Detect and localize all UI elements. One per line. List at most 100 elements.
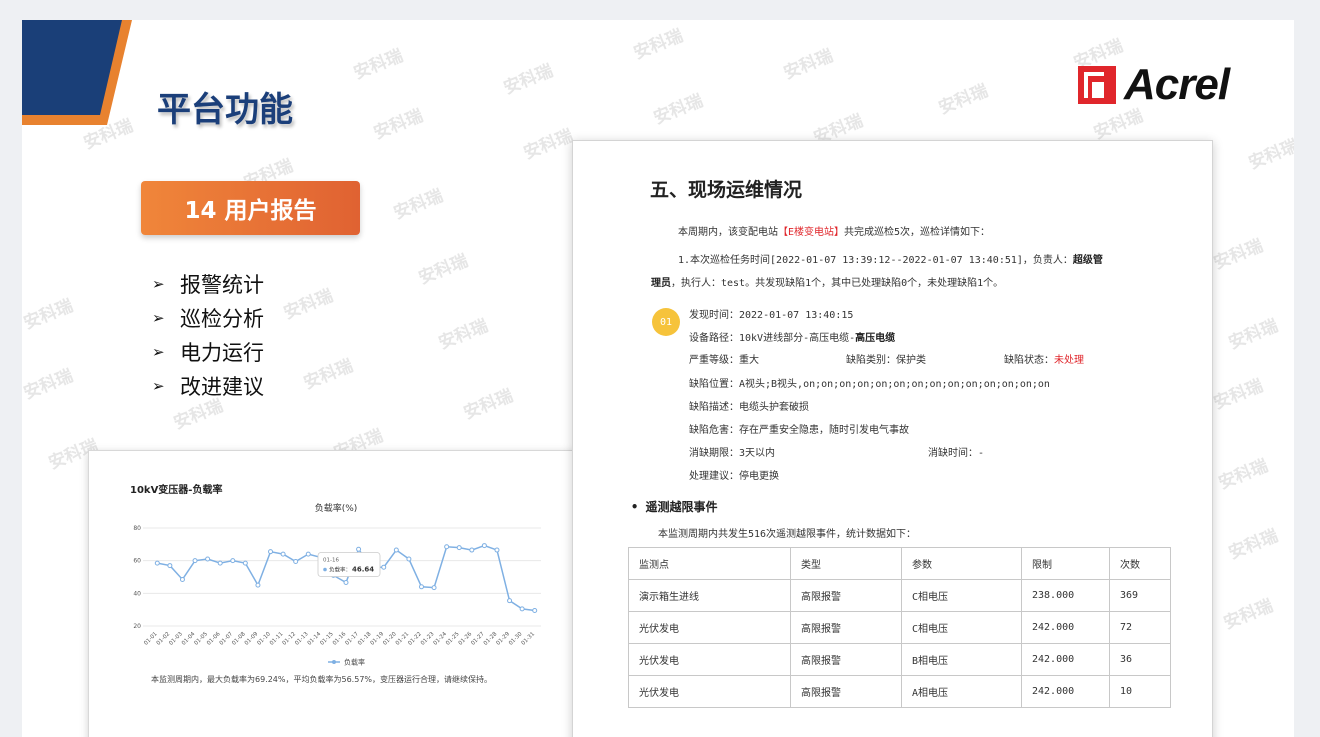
table-cell: A相电压 xyxy=(901,675,1022,708)
task-line-1-text: 1.本次巡检任务时间[2022-01-07 13:39:12--2022-01-… xyxy=(678,255,1073,266)
data-point xyxy=(343,579,349,585)
report-heading: 五、现场运维情况 xyxy=(650,179,803,201)
acrel-logo-icon xyxy=(1078,66,1116,104)
table-row: 光伏发电 高限报警 C相电压 242.000 72 xyxy=(628,611,1171,644)
table-cell: 高限报警 xyxy=(790,579,902,612)
intro-post: 共完成巡检5次，巡检详情如下： xyxy=(844,227,991,238)
watermark: 安科瑞 xyxy=(1221,595,1276,634)
data-point xyxy=(305,551,311,557)
responsible-part1: 超级管 xyxy=(1072,255,1103,266)
intro-pre: 本周期内，该变配电站 xyxy=(678,227,778,238)
watermark: 安科瑞 xyxy=(22,295,76,334)
tooltip-value: 46.64 xyxy=(352,565,374,573)
table-cell: 36 xyxy=(1109,643,1171,676)
data-point xyxy=(481,543,487,549)
x-tick-label: 01-31 xyxy=(521,631,537,647)
y-tick-label: 60 xyxy=(133,558,141,565)
feature-item: ➢ 电力运行 xyxy=(152,335,264,369)
tooltip-label: 负载率： xyxy=(329,565,351,573)
arrow-bullet-icon: ➢ xyxy=(152,343,165,361)
data-point xyxy=(418,584,424,590)
arrow-bullet-icon: ➢ xyxy=(152,309,165,327)
watermark: 安科瑞 xyxy=(1226,525,1281,564)
acrel-logo: Acrel xyxy=(1078,60,1230,110)
watermark: 安科瑞 xyxy=(391,185,446,224)
watermark: 安科瑞 xyxy=(301,355,356,394)
report-document: 五、现场运维情况 本周期内，该变配电站【E楼变电站】共完成巡检5次，巡检详情如下… xyxy=(572,140,1213,737)
watermark: 安科瑞 xyxy=(371,105,426,144)
chart-card-title: 10kV变压器-负载率 xyxy=(130,485,223,496)
feature-item: ➢ 巡检分析 xyxy=(152,301,264,335)
data-point xyxy=(255,582,261,588)
data-point xyxy=(444,544,450,550)
task-line-2: 理员，执行人：test。共发现缺陷1个，其中已处理缺陷0个，未处理缺陷1个。 xyxy=(651,274,1003,289)
table-cell: C相电压 xyxy=(901,579,1022,612)
data-point xyxy=(406,556,412,562)
data-point xyxy=(242,560,248,566)
watermark: 安科瑞 xyxy=(1216,455,1271,494)
watermark: 安科瑞 xyxy=(1211,375,1266,414)
defect-number-badge: 01 xyxy=(652,308,680,336)
watermark: 安科瑞 xyxy=(281,285,336,324)
acrel-logo-text: Acrel xyxy=(1124,60,1230,109)
table-cell: C相电压 xyxy=(901,611,1022,644)
table-row: 光伏发电 高限报警 A相电压 242.000 10 xyxy=(628,675,1171,708)
data-point xyxy=(179,576,185,582)
data-point xyxy=(393,547,399,553)
table-cell: 高限报警 xyxy=(790,611,902,644)
table-cell: B相电压 xyxy=(901,643,1022,676)
feature-item: ➢ 报警统计 xyxy=(152,267,264,301)
table-cell: 光伏发电 xyxy=(628,611,791,644)
defect-path-bold: 高压电缆 xyxy=(855,333,896,344)
feature-list: ➢ 报警统计 ➢ 巡检分析 ➢ 电力运行 ➢ 改进建议 xyxy=(152,267,264,403)
data-point xyxy=(192,558,198,564)
defect-hazard: 缺陷危害：存在严重安全隐患，随时引发电气事故 xyxy=(689,425,909,436)
watermark: 安科瑞 xyxy=(1246,135,1294,174)
feature-label: 巡检分析 xyxy=(180,307,264,331)
report-intro: 本周期内，该变配电站【E楼变电站】共完成巡检5次，巡检详情如下： xyxy=(678,223,990,238)
defect-category: 缺陷类别：保护类 xyxy=(846,355,926,366)
y-tick-label: 20 xyxy=(133,623,141,630)
watermark: 安科瑞 xyxy=(1211,235,1266,274)
table-cell: 10 xyxy=(1109,675,1171,708)
watermark: 安科瑞 xyxy=(501,60,556,99)
watermark: 安科瑞 xyxy=(416,250,471,289)
data-point xyxy=(381,564,387,570)
watermark: 安科瑞 xyxy=(936,80,991,119)
table-cell: 369 xyxy=(1109,579,1171,612)
arrow-bullet-icon: ➢ xyxy=(152,275,165,293)
y-tick-label: 40 xyxy=(133,590,141,597)
watermark: 安科瑞 xyxy=(631,25,686,64)
table-header-cell: 限制 xyxy=(1021,547,1110,580)
table-cell: 光伏发电 xyxy=(628,643,791,676)
table-cell: 242.000 xyxy=(1021,611,1110,644)
data-point xyxy=(230,558,236,564)
table-cell: 光伏发电 xyxy=(628,675,791,708)
telemetry-table: 监测点 类型 参数 限制 次数 演示箱生进线 高限报警 C相电压 238.000… xyxy=(628,547,1171,708)
table-header-cell: 监测点 xyxy=(628,547,791,580)
feature-label: 改进建议 xyxy=(180,375,264,399)
page-title: 平台功能 xyxy=(157,90,293,130)
watermark: 安科瑞 xyxy=(1226,315,1281,354)
tooltip-marker xyxy=(323,567,327,572)
table-header-row: 监测点 类型 参数 限制 次数 xyxy=(628,547,1171,580)
table-header-cell: 类型 xyxy=(790,547,902,580)
data-point xyxy=(205,556,211,562)
data-point xyxy=(167,563,173,569)
data-point xyxy=(532,607,538,613)
defect-status: 缺陷状态：未处理 xyxy=(1004,351,1084,366)
y-tick-label: 80 xyxy=(133,525,141,532)
feature-label: 电力运行 xyxy=(180,341,264,365)
tooltip-date: 01-16 xyxy=(323,557,339,563)
table-cell: 高限报警 xyxy=(790,643,902,676)
defect-description: 缺陷描述：电缆头护套破损 xyxy=(689,402,809,413)
defect-suggestion: 处理建议：停电更换 xyxy=(689,471,779,482)
data-point xyxy=(519,606,525,612)
data-point xyxy=(268,549,274,555)
data-point xyxy=(293,558,299,564)
arrow-bullet-icon: ➢ xyxy=(152,377,165,395)
defect-fix-time: 消缺时间：- xyxy=(928,448,985,459)
watermark: 安科瑞 xyxy=(781,45,836,84)
data-point xyxy=(356,546,362,552)
defect-status-value: 未处理 xyxy=(1054,355,1084,366)
